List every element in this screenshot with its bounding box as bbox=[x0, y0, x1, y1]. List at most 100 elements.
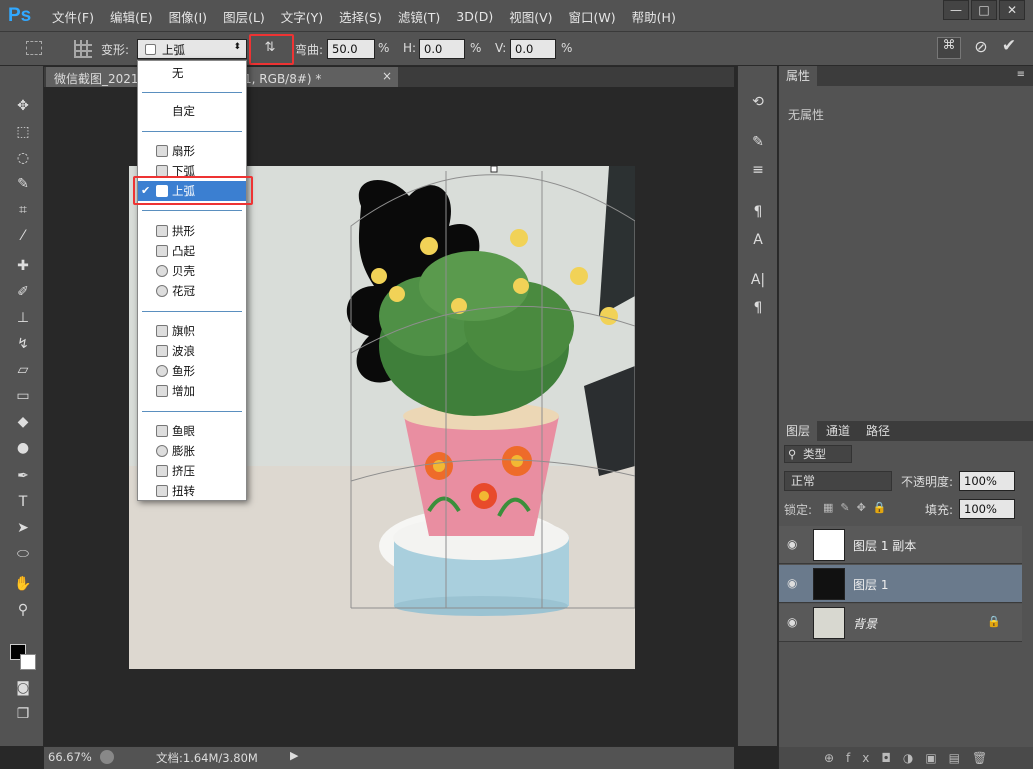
hand-tool-icon[interactable]: ✋ bbox=[12, 574, 34, 594]
blur-tool-icon[interactable]: ◆ bbox=[12, 412, 34, 432]
warp-option-none[interactable]: 无 bbox=[138, 63, 246, 83]
stamp-tool-icon[interactable]: ⊥ bbox=[12, 308, 34, 328]
layer-row[interactable]: ◉ 图层 1 副本 bbox=[779, 526, 1022, 564]
close-tab-icon[interactable]: × bbox=[382, 69, 392, 83]
cancel-icon[interactable]: ⊘ bbox=[970, 37, 992, 59]
history-brush-icon[interactable]: ↯ bbox=[12, 334, 34, 354]
eraser-tool-icon[interactable]: ▱ bbox=[12, 360, 34, 380]
reference-point-icon[interactable] bbox=[74, 40, 92, 58]
commit-check-icon[interactable]: ✔ bbox=[998, 36, 1020, 58]
warp-option-flag[interactable]: 旗帜 bbox=[138, 321, 246, 341]
warp-option-twist[interactable]: 扭转 bbox=[138, 481, 246, 501]
menu-window[interactable]: 窗口(W) bbox=[561, 7, 624, 26]
properties-tab[interactable]: 属性 bbox=[779, 66, 818, 86]
warp-option-arch[interactable]: 拱形 bbox=[138, 221, 246, 241]
shape-tool-icon[interactable]: ⬭ bbox=[12, 544, 34, 564]
warp-option-fisheye[interactable]: 鱼眼 bbox=[138, 421, 246, 441]
transform-tool-icon[interactable] bbox=[26, 41, 42, 55]
close-button[interactable]: ✕ bbox=[999, 0, 1025, 20]
bend-percent: % bbox=[378, 41, 390, 55]
layer-filter-select[interactable]: ⚲ 类型 bbox=[784, 445, 852, 463]
warp-option-flower[interactable]: 花冠 bbox=[138, 281, 246, 301]
lock-icons[interactable]: ▦✎✥🔒 bbox=[823, 501, 894, 514]
fish-icon bbox=[156, 365, 168, 377]
eyedropper-tool-icon[interactable]: ⁄ bbox=[12, 226, 34, 246]
menu-help[interactable]: 帮助(H) bbox=[624, 7, 684, 26]
screen-mode-icon[interactable]: ❐ bbox=[12, 704, 34, 724]
tab-channels[interactable]: 通道 bbox=[819, 421, 857, 441]
bend-label: 弯曲: bbox=[295, 43, 324, 57]
character-icon[interactable]: A| bbox=[748, 270, 768, 290]
bend-input[interactable]: 50.0 bbox=[327, 39, 375, 59]
menu-3d[interactable]: 3D(D) bbox=[448, 9, 501, 24]
paragraph-styles-icon[interactable]: ¶ bbox=[748, 202, 768, 222]
layer-thumbnail bbox=[813, 568, 845, 600]
warp-option-shell[interactable]: 贝壳 bbox=[138, 261, 246, 281]
healing-tool-icon[interactable]: ✚ bbox=[12, 256, 34, 276]
visibility-eye-icon[interactable]: ◉ bbox=[787, 615, 803, 629]
status-menu-arrow-icon[interactable]: ▶ bbox=[290, 749, 298, 762]
menu-edit[interactable]: 编辑(E) bbox=[102, 7, 161, 26]
warp-option-rise[interactable]: 增加 bbox=[138, 381, 246, 401]
visibility-eye-icon[interactable]: ◉ bbox=[787, 537, 803, 551]
tab-layers[interactable]: 图层 bbox=[779, 421, 818, 441]
quick-mask-icon[interactable]: ◙ bbox=[12, 678, 34, 698]
lasso-tool-icon[interactable]: ◌ bbox=[12, 148, 34, 168]
brush-tool-icon[interactable]: ✐ bbox=[12, 282, 34, 302]
menu-layer[interactable]: 图层(L) bbox=[215, 7, 273, 26]
zoom-tool-icon[interactable]: ⚲ bbox=[12, 600, 34, 620]
quick-select-tool-icon[interactable]: ✎ bbox=[12, 174, 34, 194]
move-tool-icon[interactable]: ✥ bbox=[12, 96, 34, 116]
background-color-swatch[interactable] bbox=[20, 654, 36, 670]
menu-type[interactable]: 文字(Y) bbox=[273, 7, 331, 26]
pen-tool-icon[interactable]: ✒ bbox=[12, 466, 34, 486]
panel-menu-icon[interactable]: ≡ bbox=[1017, 69, 1025, 80]
h-distortion-input[interactable]: 0.0 bbox=[419, 39, 465, 59]
menu-file[interactable]: 文件(F) bbox=[44, 7, 102, 26]
warp-option-wave[interactable]: 波浪 bbox=[138, 341, 246, 361]
warp-option-label: 膨胀 bbox=[172, 444, 195, 458]
menu-filter[interactable]: 滤镜(T) bbox=[390, 7, 448, 26]
v-distortion-input[interactable]: 0.0 bbox=[510, 39, 556, 59]
layers-footer-icons[interactable]: ⊕fx◘◑▣▤🗑 bbox=[779, 747, 1033, 769]
arc-warp-icon bbox=[145, 44, 156, 55]
minimize-button[interactable]: — bbox=[943, 0, 969, 20]
puppet-warp-icon[interactable]: ⌘ bbox=[937, 37, 961, 59]
layer-row[interactable]: ◉ 背景 🔒 bbox=[779, 604, 1022, 642]
highlight-box-selected-option bbox=[133, 176, 253, 205]
warp-option-squeeze[interactable]: 挤压 bbox=[138, 461, 246, 481]
blend-mode-select[interactable]: 正常 bbox=[784, 471, 892, 491]
warp-style-select[interactable]: 上弧 ⬍ bbox=[137, 39, 247, 59]
marquee-tool-icon[interactable]: ⬚ bbox=[12, 122, 34, 142]
menu-select[interactable]: 选择(S) bbox=[331, 7, 390, 26]
warp-option-arc[interactable]: 扇形 bbox=[138, 141, 246, 161]
path-select-tool-icon[interactable]: ➤ bbox=[12, 518, 34, 538]
menu-image[interactable]: 图像(I) bbox=[161, 7, 215, 26]
tab-paths[interactable]: 路径 bbox=[859, 421, 897, 441]
warp-option-custom[interactable]: 自定 bbox=[138, 101, 246, 121]
warp-option-bulge[interactable]: 凸起 bbox=[138, 241, 246, 261]
crop-tool-icon[interactable]: ⌗ bbox=[12, 200, 34, 220]
history-icon[interactable]: ⟲ bbox=[748, 92, 768, 112]
status-info-icon[interactable] bbox=[100, 750, 114, 764]
opacity-input[interactable]: 100% bbox=[959, 471, 1015, 491]
zoom-level[interactable]: 66.67% bbox=[48, 750, 92, 764]
paragraph-icon[interactable]: ¶ bbox=[748, 298, 768, 318]
character-styles-icon[interactable]: A bbox=[748, 230, 768, 250]
layer-row-selected[interactable]: ◉ 图层 1 bbox=[779, 565, 1022, 603]
adjustments-icon[interactable]: ≡ bbox=[748, 160, 768, 180]
warp-option-inflate[interactable]: 膨胀 bbox=[138, 441, 246, 461]
warp-option-fish[interactable]: 鱼形 bbox=[138, 361, 246, 381]
twist-icon bbox=[156, 485, 168, 497]
type-tool-icon[interactable]: T bbox=[12, 492, 34, 512]
visibility-eye-icon[interactable]: ◉ bbox=[787, 576, 803, 590]
dodge-tool-icon[interactable]: ● bbox=[12, 438, 34, 458]
warp-orientation-icon[interactable]: ⇅ bbox=[259, 40, 281, 58]
fill-input[interactable]: 100% bbox=[959, 499, 1015, 519]
maximize-button[interactable]: □ bbox=[971, 0, 997, 20]
brush-presets-icon[interactable]: ✎ bbox=[748, 132, 768, 152]
menu-view[interactable]: 视图(V) bbox=[501, 7, 560, 26]
warp-option-label: 贝壳 bbox=[172, 264, 195, 278]
gradient-tool-icon[interactable]: ▭ bbox=[12, 386, 34, 406]
flag-icon bbox=[156, 325, 168, 337]
